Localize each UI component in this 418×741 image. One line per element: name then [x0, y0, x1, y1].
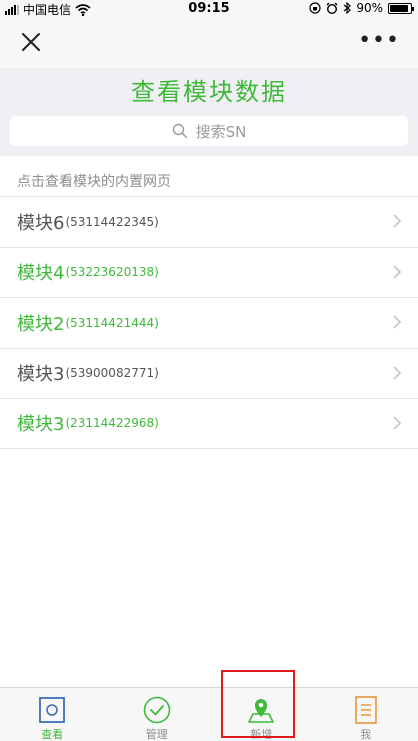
- chevron-right-icon: [393, 315, 402, 329]
- module-list: 模块6 (53114422345) 模块4 (53223620138) 模块2 (5311…: [0, 196, 418, 449]
- search-icon: [172, 123, 187, 139]
- profile-icon: [354, 696, 377, 724]
- battery-icon: [388, 2, 414, 14]
- more-icon[interactable]: •••: [358, 30, 400, 52]
- nav-bar: •••: [0, 18, 418, 68]
- module-name: 模块3: [17, 364, 65, 386]
- manage-icon: [143, 696, 171, 724]
- tab-manage[interactable]: 管理: [105, 688, 210, 741]
- view-icon: [39, 697, 66, 723]
- tab-add[interactable]: 新增: [209, 688, 314, 741]
- tab-label: 查看: [41, 728, 64, 741]
- module-row[interactable]: 模块2 (53114421444): [0, 297, 418, 348]
- page-title: 查看模块数据: [131, 78, 287, 106]
- tab-label: 管理: [145, 728, 168, 741]
- tab-label: 我: [360, 728, 372, 741]
- tab-me[interactable]: 我: [314, 688, 418, 741]
- module-name: 模块3: [17, 414, 65, 436]
- app-screen: 中国电信 09:15 90% ••• 查看模块数据 搜索SN 点击查看模块的内置…: [0, 0, 418, 741]
- module-sn: (23114422968): [65, 416, 159, 431]
- alarm-icon: [326, 2, 338, 14]
- module-row[interactable]: 模块3 (23114422968): [0, 398, 418, 449]
- module-row[interactable]: 模块4 (53223620138): [0, 246, 418, 297]
- search-area: 搜索SN: [0, 108, 418, 156]
- tab-label: 新增: [250, 728, 273, 741]
- module-sn: (53114422345): [65, 214, 159, 229]
- status-bar: 中国电信 09:15 90%: [0, 0, 418, 18]
- title-area: 查看模块数据: [0, 68, 418, 108]
- module-name: 模块2: [17, 313, 65, 335]
- module-row[interactable]: 模块6 (53114422345): [0, 196, 418, 247]
- module-row[interactable]: 模块3 (53900082771): [0, 347, 418, 398]
- chevron-right-icon: [393, 365, 402, 380]
- module-sn: (53900082771): [65, 366, 159, 381]
- tab-view[interactable]: 查看: [0, 688, 105, 741]
- add-location-icon: [248, 699, 275, 723]
- bluetooth-icon: [343, 2, 352, 14]
- module-name: 模块6: [17, 212, 65, 234]
- search-placeholder: 搜索SN: [195, 122, 247, 141]
- close-icon[interactable]: [20, 31, 42, 53]
- search-input[interactable]: 搜索SN: [10, 116, 408, 146]
- section-hint: 点击查看模块的内置网页: [17, 174, 171, 190]
- chevron-right-icon: [393, 264, 402, 279]
- orientation-lock-icon: [309, 2, 321, 14]
- module-sn: (53114421444): [65, 315, 159, 330]
- status-right: 90%: [309, 1, 414, 15]
- chevron-right-icon: [393, 214, 402, 228]
- chevron-right-icon: [393, 416, 402, 430]
- battery-percent: 90%: [356, 1, 383, 15]
- module-sn: (53223620138): [65, 265, 159, 280]
- tab-bar: 查看 管理 新增 我: [0, 687, 418, 741]
- module-name: 模块4: [17, 263, 65, 285]
